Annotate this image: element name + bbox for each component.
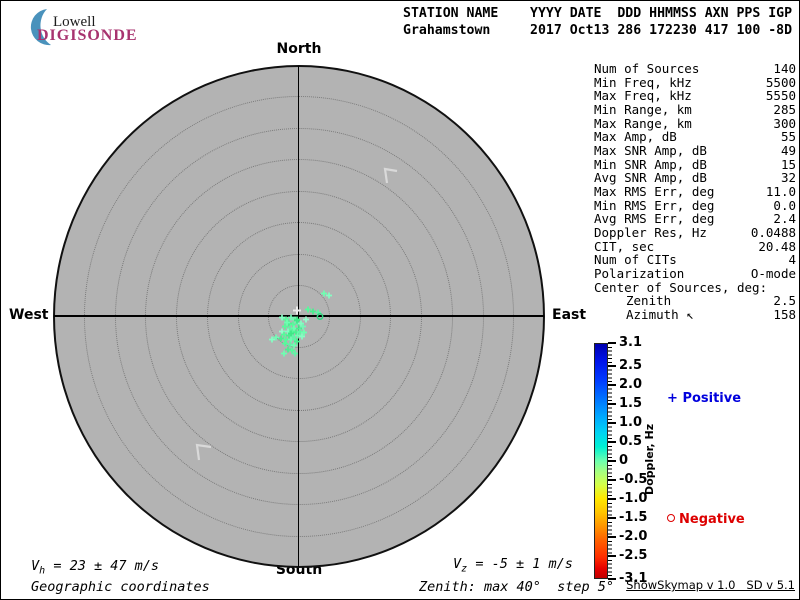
- lowell-digisonde-logo: Lowell DIGISONDE: [27, 6, 157, 46]
- station-header: STATION NAME YYYY DATE DDD HHMMSS AXN PP…: [403, 5, 792, 39]
- horizontal-velocity-readout: Vh = 23 ± 47 m/s: [31, 558, 159, 577]
- doppler-colorbar: 3.1 2.5 2.0 1.5 1.0 0.5 0 -0.5 -1.0 -1.5 -2.0 -2.5-…: [594, 335, 664, 586]
- colorbar-major-tick: [608, 403, 616, 405]
- colorbar-major-tick: [608, 422, 616, 424]
- zenith-ring: [83, 96, 515, 537]
- compass-west-label: West: [9, 307, 49, 323]
- stats-panel: Num of Sources 140 Min Freq, kHz 5500 Max Fr…: [594, 62, 796, 321]
- header-values: Grahamstown 2017 Oct13 286 172230 417 10…: [403, 23, 793, 38]
- colorbar-gradient: [594, 343, 608, 579]
- colorbar-major-tick: [608, 365, 616, 367]
- stats-row: Min SNR Amp, dB 15: [594, 156, 796, 172]
- colorbar-major-tick: [608, 441, 616, 443]
- positive-label: Positive: [682, 391, 742, 406]
- negative-label: Negative: [679, 512, 745, 527]
- colorbar-tick-label: -2.0: [619, 529, 648, 545]
- stats-row: Polarization O-mode: [594, 265, 796, 281]
- colorbar-tick-label: -1.5: [619, 510, 648, 526]
- colorbar-tick-label: 0.5: [619, 433, 643, 449]
- stats-row: Max Amp, dB 55: [594, 129, 796, 145]
- stats-row: Avg RMS Err, deg 2.4: [594, 211, 796, 227]
- colorbar-major-tick: [608, 479, 616, 481]
- colorbar-tick-label: 0: [619, 453, 629, 468]
- showskymap-window: Lowell DIGISONDE STATION NAME YYYY DATE …: [0, 0, 800, 600]
- plus-marker-icon: +: [667, 391, 678, 406]
- vertical-velocity-readout: Vz = -5 ± 1 m/s: [453, 556, 573, 575]
- colorbar-major-tick: [608, 460, 616, 462]
- colorbar-tick-label: 1.5: [619, 395, 643, 411]
- version-text: ShowSkymap v 1.0 SD v 5.1: [626, 578, 795, 592]
- colorbar-axis-label: Doppler, Hz: [643, 423, 656, 495]
- colorbar-tick-label: 2.0: [619, 376, 643, 392]
- stats-row: Min Freq, kHz 5500: [594, 74, 796, 90]
- stats-row: Min RMS Err, deg 0.0: [594, 197, 796, 213]
- stats-row: Max SNR Amp, dB 49: [594, 142, 796, 158]
- colorbar-major-tick: [608, 342, 616, 344]
- compass-east-label: East: [552, 307, 587, 323]
- stats-row: Max RMS Err, deg 11.0: [594, 183, 796, 199]
- negative-legend: Negative: [667, 512, 745, 527]
- colorbar-tick-label: 2.5: [619, 357, 643, 373]
- coordinates-note: Geographic coordinates: [31, 579, 210, 595]
- skymap-circle: [53, 65, 545, 568]
- stats-row: Min Range, km 285: [594, 101, 796, 117]
- colorbar-major-tick: [608, 536, 616, 538]
- colorbar-tick-label: 1.0: [619, 414, 643, 430]
- stats-row: Azimuth ↖ 158: [626, 306, 796, 322]
- stats-row: CIT, sec 20.48: [594, 238, 796, 254]
- stats-row: Doppler Res, Hz 0.0488: [594, 224, 796, 240]
- stats-row: Max Range, km 300: [594, 115, 796, 131]
- colorbar-major-tick: [608, 517, 616, 519]
- positive-legend: + Positive: [667, 391, 741, 406]
- stats-row: Zenith 2.5: [626, 293, 796, 309]
- colorbar-tick-label: -2.5: [619, 548, 648, 564]
- compass-north-label: North: [276, 41, 322, 57]
- colorbar-major-tick: [608, 498, 616, 500]
- header-columns: STATION NAME YYYY DATE DDD HHMMSS AXN PP…: [403, 6, 793, 21]
- stats-row: Avg SNR Amp, dB 32: [594, 170, 796, 186]
- circle-marker-icon: [667, 514, 675, 522]
- stats-row: Center of Sources, deg:: [594, 279, 768, 295]
- colorbar-tick-label: 3.1: [619, 335, 643, 350]
- colorbar-major-tick: [608, 555, 616, 557]
- stats-row: Max Freq, kHz 5550: [594, 88, 796, 104]
- logo-digisonde-text: DIGISONDE: [37, 27, 138, 44]
- colorbar-major-tick: [608, 384, 616, 386]
- north-south-axis: [297, 66, 299, 567]
- zenith-range-note: Zenith: max 40° step 5°: [419, 579, 615, 595]
- stats-row: Num of CITs 4: [594, 252, 796, 268]
- east-west-axis: [54, 315, 544, 317]
- stats-row: Num of Sources 140: [594, 61, 796, 76]
